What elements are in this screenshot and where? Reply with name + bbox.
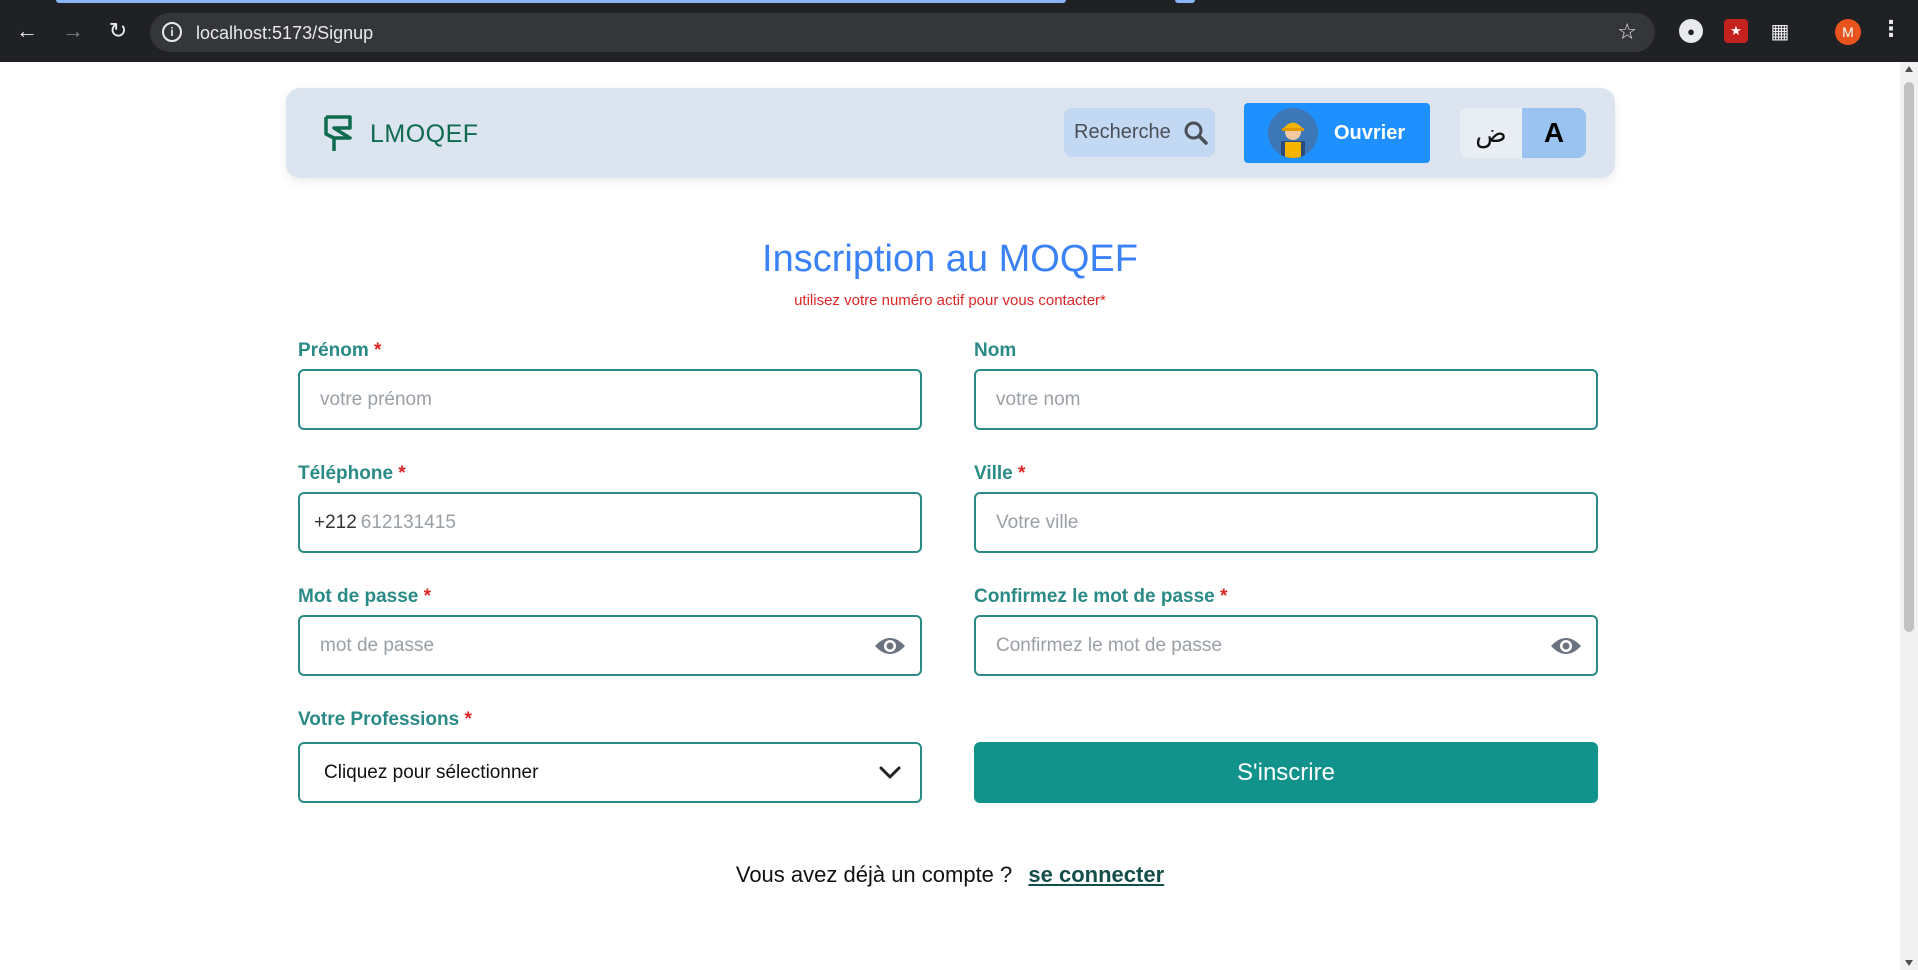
lang-latin-option[interactable]: A [1522,108,1586,158]
url-text[interactable]: localhost:5173/Signup [196,23,373,44]
scrollbar-thumb[interactable] [1904,82,1914,632]
search-label: Recherche [1074,121,1171,143]
confirm-password-label: Confirmez le mot de passe * [974,586,1227,608]
password-label-text: Mot de passe [298,586,419,607]
ville-label-text: Ville [974,463,1013,484]
bookmark-star-icon[interactable]: ☆ [1617,19,1637,45]
confirm-password-label-text: Confirmez le mot de passe [974,586,1215,607]
browser-menu-icon[interactable]: ⋮ [1880,16,1902,42]
language-switch: ض A [1460,108,1586,158]
extension-bug-icon[interactable]: ★ [1724,19,1748,43]
extensions-puzzle-icon[interactable]: ▦ [1768,19,1792,43]
chevron-down-icon[interactable] [878,764,902,782]
telephone-label: Téléphone * [298,463,406,485]
prenom-label-text: Prénom [298,340,369,361]
telephone-label-text: Téléphone [298,463,394,484]
nom-input[interactable] [976,371,1596,428]
required-mark: * [398,463,406,484]
profile-avatar[interactable]: M [1835,19,1861,45]
nom-label-text: Nom [974,340,1017,361]
active-tab-indicator [56,0,1066,3]
profession-label-text: Votre Professions [298,709,460,730]
confirm-password-field[interactable] [974,615,1598,676]
profession-selected-value: Cliquez pour sélectionner [324,761,539,783]
show-confirm-password-eye-icon[interactable] [1550,634,1582,658]
prenom-input[interactable] [300,371,920,428]
back-icon[interactable]: ← [12,16,42,46]
worker-account-button[interactable]: Ouvrier [1244,103,1430,163]
page-scrollbar[interactable] [1900,62,1918,970]
password-field[interactable] [298,615,922,676]
ville-input[interactable] [976,494,1596,551]
scroll-down-arrow-icon[interactable] [1905,960,1913,966]
password-label: Mot de passe * [298,586,431,608]
worker-helmet-icon [1268,108,1318,158]
ville-label: Ville * [974,463,1025,485]
site-navbar: LMOQEF Recherche Ouvrier ض A [286,88,1615,178]
worker-button-label: Ouvrier [1334,121,1406,144]
site-info-icon[interactable]: i [162,22,182,42]
extension-icon[interactable]: ● [1679,19,1703,43]
reload-icon[interactable]: ↻ [103,16,133,46]
search-icon [1184,121,1208,145]
tab-indicator [1175,0,1195,3]
ville-field[interactable] [974,492,1598,553]
login-link[interactable]: se connecter [1028,862,1164,887]
page-title: Inscription au MOQEF [762,238,1138,280]
search-button[interactable]: Recherche [1064,108,1215,157]
address-bar[interactable]: i localhost:5173/Signup ☆ [150,13,1655,52]
confirm-password-input[interactable] [976,617,1596,674]
password-input[interactable] [300,617,920,674]
telephone-input[interactable] [356,494,920,551]
lang-arabic-option[interactable]: ض [1460,108,1522,158]
required-mark: * [1018,463,1026,484]
worker-avatar [1268,108,1318,158]
phone-prefix: +212 [314,511,357,533]
signup-submit-button[interactable]: S'inscrire [974,742,1598,803]
scroll-up-arrow-icon[interactable] [1905,66,1913,72]
profession-label: Votre Professions * [298,709,472,731]
brand-name[interactable]: LMOQEF [370,120,479,149]
login-question: Vous avez déjà un compte ? [735,862,1013,887]
required-mark: * [1220,586,1228,607]
forward-icon[interactable]: → [58,16,88,46]
required-mark: * [423,586,432,607]
login-prompt: Vous avez déjà un compte ? se connecter [0,862,1900,888]
nom-field[interactable] [974,369,1598,430]
prenom-field[interactable] [298,369,922,430]
profession-select[interactable]: Cliquez pour sélectionner [298,742,922,803]
signup-page: LMOQEF Recherche Ouvrier ض A Inscription… [0,62,1900,970]
nom-label: Nom [974,340,1016,362]
telephone-field[interactable]: +212 [298,492,922,553]
page-subtitle: utilisez votre numéro actif pour vous co… [794,292,1106,309]
required-mark: * [374,340,382,361]
prenom-label: Prénom * [298,340,381,362]
show-password-eye-icon[interactable] [874,634,906,658]
required-mark: * [464,709,472,730]
browser-toolbar: ← → ↻ i localhost:5173/Signup ☆ ● ★ ▦ M … [0,0,1918,62]
brand-logo-icon[interactable] [322,114,354,154]
